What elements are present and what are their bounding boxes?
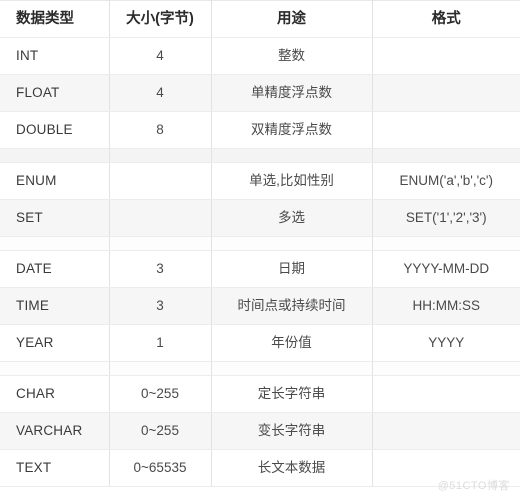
mysql-datatypes-table: 数据类型 大小(字节) 用途 格式 INT 4 整数 FLOAT 4 单精度浮点数 DOUB…: [0, 0, 520, 487]
column-header-size: 大小(字节): [109, 0, 212, 38]
cell-size: 1: [109, 324, 212, 362]
cell-data-type: DOUBLE: [0, 111, 110, 149]
cell-size: [109, 199, 212, 237]
cell-size: 3: [109, 287, 212, 325]
cell-usage: 单选,比如性别: [211, 162, 373, 200]
group-separator-cell: [0, 361, 110, 376]
table-row: CHAR 0~255 定长字符串: [0, 375, 520, 413]
cell-data-type: ENUM: [0, 162, 110, 200]
table-header-row: 数据类型 大小(字节) 用途 格式: [0, 0, 520, 38]
group-separator-cell: [372, 361, 520, 376]
cell-data-type: SET: [0, 199, 110, 237]
cell-format: [372, 412, 520, 450]
group-separator-cell: [0, 236, 110, 251]
group-separator-cell: [211, 236, 373, 251]
cell-size: 0~255: [109, 375, 212, 413]
datatypes-table-container: 数据类型 大小(字节) 用途 格式 INT 4 整数 FLOAT 4 单精度浮点数 DOUB…: [0, 0, 520, 500]
table-row: SET 多选 SET('1','2','3'): [0, 199, 520, 237]
cell-usage: 双精度浮点数: [211, 111, 373, 149]
group-separator-row: [0, 148, 520, 163]
cell-data-type: INT: [0, 37, 110, 75]
table-row: INT 4 整数: [0, 37, 520, 75]
table-row: DATE 3 日期 YYYY-MM-DD: [0, 250, 520, 288]
cell-usage: 整数: [211, 37, 373, 75]
table-row: TEXT 0~65535 长文本数据: [0, 449, 520, 487]
cell-usage: 年份值: [211, 324, 373, 362]
cell-usage: 单精度浮点数: [211, 74, 373, 112]
cell-usage: 时间点或持续时间: [211, 287, 373, 325]
column-header-format: 格式: [372, 0, 520, 38]
cell-usage: 多选: [211, 199, 373, 237]
cell-data-type: DATE: [0, 250, 110, 288]
cell-format: [372, 449, 520, 487]
cell-format: YYYY: [372, 324, 520, 362]
cell-size: 0~255: [109, 412, 212, 450]
group-separator-cell: [372, 236, 520, 251]
cell-data-type: TEXT: [0, 449, 110, 487]
cell-format: YYYY-MM-DD: [372, 250, 520, 288]
table-body: INT 4 整数 FLOAT 4 单精度浮点数 DOUBLE 8 双精度浮点数 ENUM 单选,比如…: [0, 37, 520, 487]
cell-size: 8: [109, 111, 212, 149]
cell-usage: 定长字符串: [211, 375, 373, 413]
cell-usage: 日期: [211, 250, 373, 288]
cell-data-type: FLOAT: [0, 74, 110, 112]
cell-usage: 长文本数据: [211, 449, 373, 487]
column-header-usage: 用途: [211, 0, 373, 38]
table-row: TIME 3 时间点或持续时间 HH:MM:SS: [0, 287, 520, 325]
cell-data-type: VARCHAR: [0, 412, 110, 450]
cell-size: 3: [109, 250, 212, 288]
table-row: DOUBLE 8 双精度浮点数: [0, 111, 520, 149]
cell-format: [372, 74, 520, 112]
cell-size: 0~65535: [109, 449, 212, 487]
group-separator-cell: [0, 148, 110, 163]
group-separator-cell: [109, 236, 212, 251]
cell-format: ENUM('a','b','c'): [372, 162, 520, 200]
cell-format: HH:MM:SS: [372, 287, 520, 325]
cell-data-type: CHAR: [0, 375, 110, 413]
cell-format: [372, 111, 520, 149]
table-row: FLOAT 4 单精度浮点数: [0, 74, 520, 112]
group-separator-cell: [372, 148, 520, 163]
group-separator-cell: [211, 361, 373, 376]
cell-format: [372, 375, 520, 413]
table-row: ENUM 单选,比如性别 ENUM('a','b','c'): [0, 162, 520, 200]
cell-size: 4: [109, 74, 212, 112]
group-separator-cell: [109, 361, 212, 376]
cell-data-type: YEAR: [0, 324, 110, 362]
column-header-type: 数据类型: [0, 0, 110, 38]
cell-usage: 变长字符串: [211, 412, 373, 450]
cell-format: [372, 37, 520, 75]
cell-data-type: TIME: [0, 287, 110, 325]
cell-size: 4: [109, 37, 212, 75]
cell-size: [109, 162, 212, 200]
group-separator-row: [0, 361, 520, 376]
table-header: 数据类型 大小(字节) 用途 格式: [0, 0, 520, 38]
group-separator-cell: [109, 148, 212, 163]
group-separator-row: [0, 236, 520, 251]
table-row: VARCHAR 0~255 变长字符串: [0, 412, 520, 450]
group-separator-cell: [211, 148, 373, 163]
cell-format: SET('1','2','3'): [372, 199, 520, 237]
table-row: YEAR 1 年份值 YYYY: [0, 324, 520, 362]
